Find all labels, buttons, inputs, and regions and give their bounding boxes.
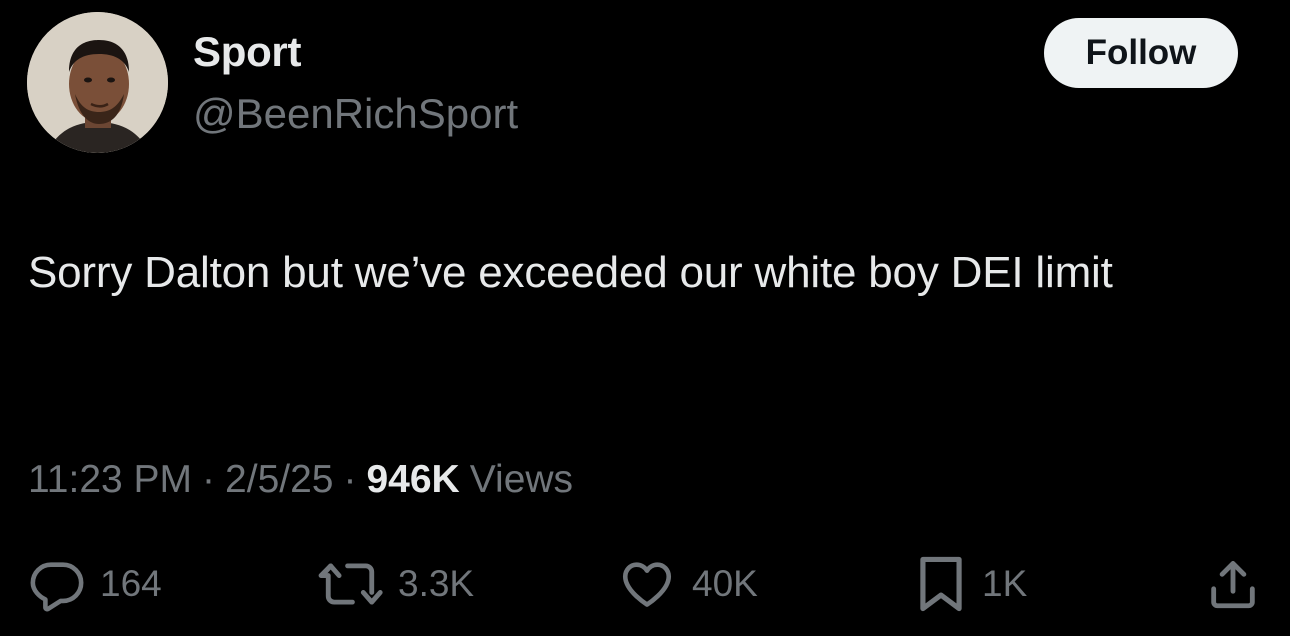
- reply-button[interactable]: 164: [28, 552, 162, 616]
- tweet-time[interactable]: 11:23 PM: [28, 458, 192, 502]
- avatar-image: [27, 12, 168, 153]
- views-count: 946K: [366, 458, 460, 501]
- avatar[interactable]: [27, 12, 168, 153]
- bookmark-icon: [914, 553, 968, 615]
- like-button[interactable]: 40K: [616, 552, 758, 616]
- reply-icon: [28, 555, 86, 613]
- reply-count: 164: [100, 563, 162, 604]
- tweet-meta: 11:23 PM · 2/5/25 · 946K Views: [28, 458, 573, 502]
- tweet-text: Sorry Dalton but we’ve exceeded our whit…: [28, 248, 1113, 297]
- action-bar: 164 3.3K 40K 1K: [0, 552, 1290, 616]
- heart-icon: [616, 555, 678, 613]
- bookmark-button[interactable]: 1K: [914, 552, 1027, 616]
- repost-button[interactable]: 3.3K: [316, 552, 474, 616]
- repost-count: 3.3K: [398, 563, 475, 604]
- share-icon: [1204, 555, 1262, 613]
- meta-separator: ·: [202, 458, 216, 501]
- user-handle[interactable]: @BeenRichSport: [193, 90, 518, 138]
- meta-separator: ·: [343, 458, 357, 501]
- tweet-card: Sport @BeenRichSport Follow Sorry Dalton…: [0, 0, 1290, 636]
- tweet-date[interactable]: 2/5/25: [225, 458, 333, 502]
- views-label: Views: [469, 458, 574, 501]
- like-count: 40K: [692, 563, 758, 604]
- display-name[interactable]: Sport: [193, 28, 301, 76]
- follow-button[interactable]: Follow: [1044, 18, 1238, 88]
- bookmark-count: 1K: [982, 563, 1028, 604]
- share-button[interactable]: [1204, 552, 1262, 616]
- repost-icon: [316, 555, 384, 613]
